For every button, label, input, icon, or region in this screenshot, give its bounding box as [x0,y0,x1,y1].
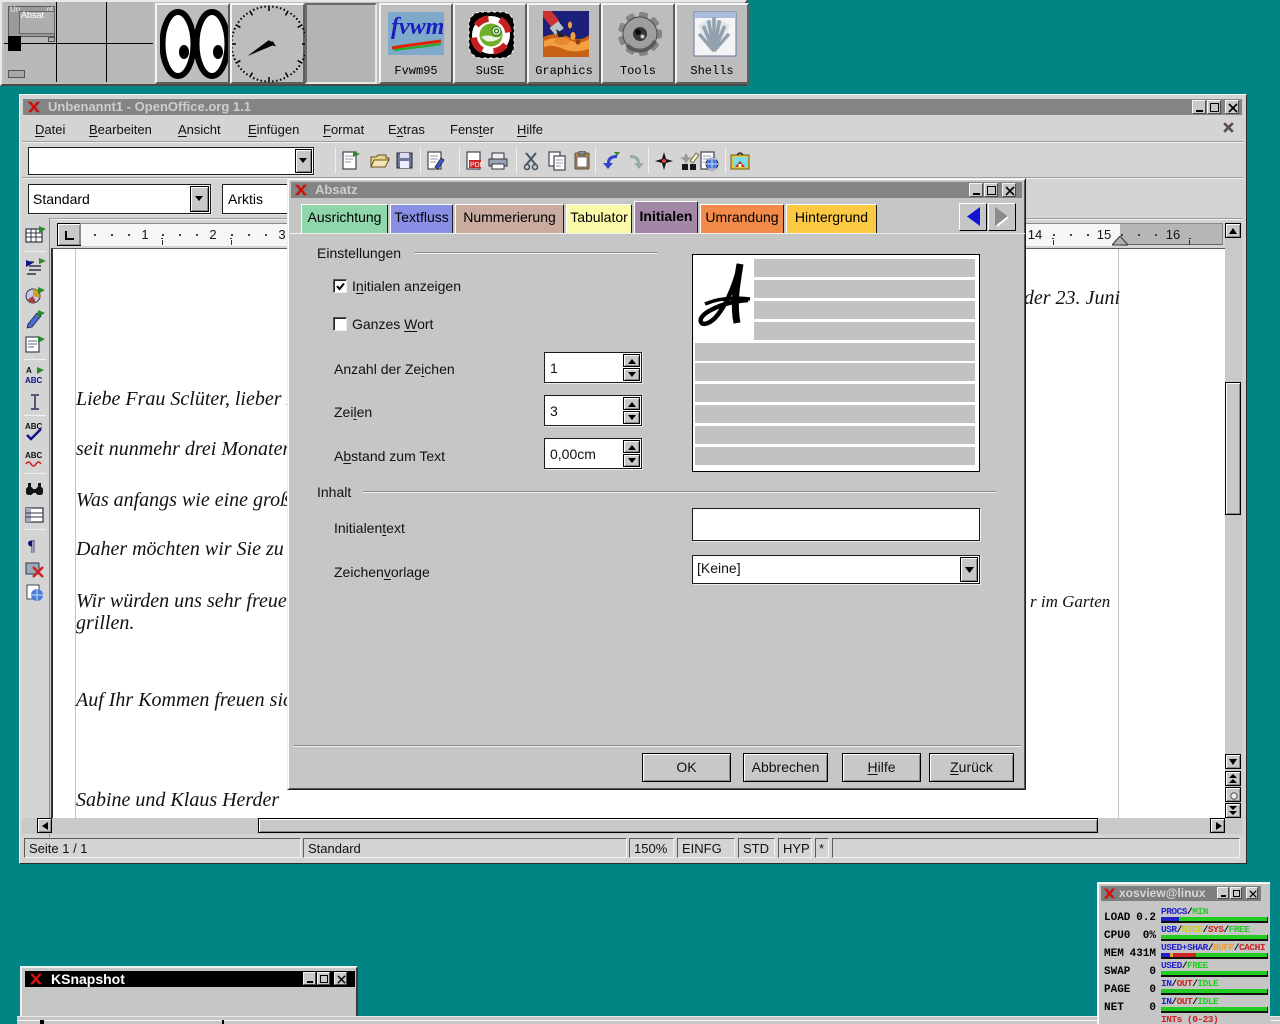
svg-text:ABC: ABC [25,451,43,460]
svg-text:ABC: ABC [25,376,43,385]
svg-text:PDF: PDF [470,162,484,169]
svg-text:A: A [26,366,32,375]
svg-text:¶: ¶ [28,538,36,555]
